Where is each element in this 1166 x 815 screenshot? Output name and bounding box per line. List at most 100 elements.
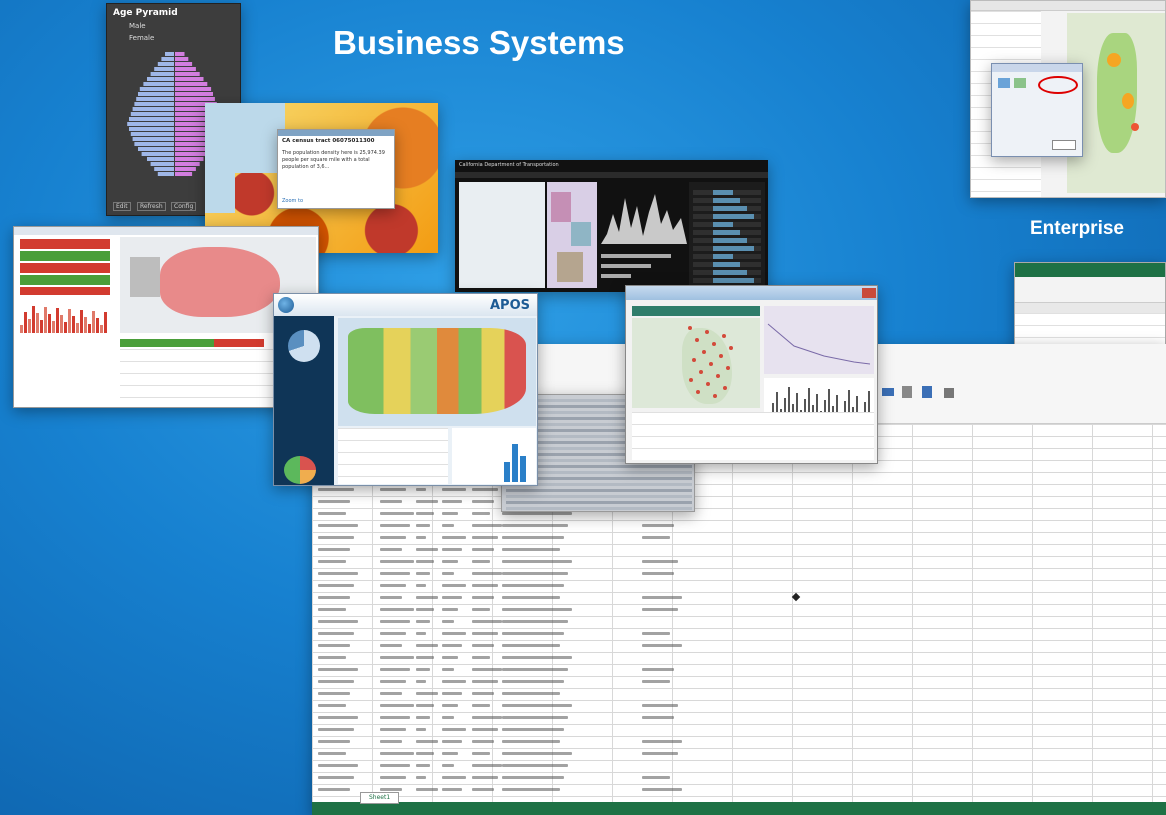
caltrans-row (693, 222, 761, 227)
sheet-cell-text (502, 644, 560, 647)
sheet-cell-text (380, 560, 414, 563)
sheet-cell-text (502, 632, 564, 635)
sheet-cell-text (442, 764, 454, 767)
sheet-cell-text (642, 668, 674, 671)
sheet-cell-text (318, 644, 350, 647)
sheet-cell-text (442, 488, 466, 491)
sheet-cell-text (472, 680, 498, 683)
sheet-cell-text (416, 656, 434, 659)
sheet-cell-text (472, 548, 494, 551)
sheet-cell-text (318, 596, 350, 599)
sheet-cell-text (318, 632, 354, 635)
apos-sidebar[interactable] (274, 316, 334, 485)
left-bar (40, 320, 43, 333)
sheet-cell-text (442, 752, 458, 755)
us-map (338, 318, 536, 426)
pyramid-bar-female (175, 57, 189, 61)
sheet-cell-text (318, 548, 350, 551)
pyramid-bar-female (175, 82, 208, 86)
caltrans-row (693, 214, 761, 219)
sheet-cell-text (318, 740, 350, 743)
pyramid-bar-male (138, 147, 174, 151)
sheet-cell-text (380, 680, 406, 683)
sheet-cell-text (416, 668, 430, 671)
left-bar (88, 324, 91, 333)
sheet-cell-text (380, 572, 410, 575)
left-bar (24, 312, 27, 333)
caltrans-dashboard-screenshot: California Department of Transportation (455, 160, 768, 292)
close-icon[interactable] (862, 288, 876, 298)
sheet-cell-text (442, 788, 462, 791)
sheet-cell-text (472, 764, 502, 767)
pyramid-bar-female (175, 97, 215, 101)
caltrans-row (693, 198, 761, 203)
map-marker (692, 358, 696, 362)
sheet-cell-text (472, 656, 490, 659)
ribbon-icons[interactable] (882, 384, 962, 414)
sheet-cell-text (502, 788, 560, 791)
pyramid-bar-male (157, 62, 174, 66)
map-marker (699, 370, 703, 374)
sheet-cell-text (416, 536, 426, 539)
sheet-cell-text (416, 524, 430, 527)
sheet-cell-text (502, 752, 572, 755)
sheet-cell-text (502, 656, 572, 659)
sheet-cell-text (416, 560, 434, 563)
sheet-cell-text (502, 584, 564, 587)
sheet-cell-text (416, 716, 430, 719)
legend-female: Female (129, 34, 155, 42)
sheet-cell-text (442, 608, 458, 611)
left-bar (48, 314, 51, 333)
sheet-cell-text (502, 608, 572, 611)
sheet-cell-text (642, 560, 678, 563)
sheet-cell-text (416, 632, 426, 635)
sheet-cell-text (416, 488, 426, 491)
caltrans-row (693, 254, 761, 259)
left-bar (60, 315, 63, 333)
map-marker (723, 386, 727, 390)
sheet-tab[interactable]: Sheet1 (360, 792, 400, 804)
dialog-window[interactable] (991, 63, 1083, 157)
popup-zoom-link[interactable]: Zoom to (282, 198, 303, 204)
sheet-cell-text (442, 716, 454, 719)
pyramid-bar-female (175, 87, 212, 91)
pyramid-bar-female (175, 72, 200, 76)
sheet-cell-text (642, 704, 678, 707)
caltrans-row (693, 230, 761, 235)
map-marker (709, 362, 713, 366)
sheet-cell-text (442, 632, 466, 635)
refresh-button[interactable]: Refresh (137, 202, 166, 211)
sheet-cell-text (416, 596, 438, 599)
sheet-cell-text (472, 572, 502, 575)
pyramid-bar-female (175, 92, 213, 96)
sheet-cell-text (502, 512, 572, 515)
legend-male: Male (129, 22, 146, 30)
sheet-cell-text (472, 488, 498, 491)
sheet-cell-text (416, 620, 430, 623)
left-bar (104, 312, 107, 333)
sheet-cell-text (442, 692, 462, 695)
config-button[interactable]: Config (171, 202, 197, 211)
sheet-cell-text (502, 692, 560, 695)
pyramid-bar-female (175, 77, 204, 81)
pyramid-bar-male (127, 122, 174, 126)
sheet-cell-text (318, 776, 354, 779)
sheet-cell-text (472, 788, 494, 791)
edit-button[interactable]: Edit (113, 202, 131, 211)
pyramid-bar-male (136, 97, 174, 101)
grey-table-row (506, 507, 692, 510)
sheet-cell-text (502, 668, 568, 671)
east-coast-map (632, 318, 760, 408)
sheet-cell-text (642, 596, 682, 599)
sheet-cell-text (416, 548, 438, 551)
sheet-cell-text (442, 644, 462, 647)
sheet-cell-text (502, 776, 564, 779)
pyramid-bar-male (132, 107, 174, 111)
sheet-cell-text (472, 536, 498, 539)
left-bar (44, 307, 47, 333)
pyramid-bar-female (175, 172, 193, 176)
map-marker (713, 394, 717, 398)
popup-title: CA census tract 06075011300 (282, 138, 375, 144)
pyramid-bar-male (141, 152, 174, 156)
sheet-cell-text (380, 488, 406, 491)
